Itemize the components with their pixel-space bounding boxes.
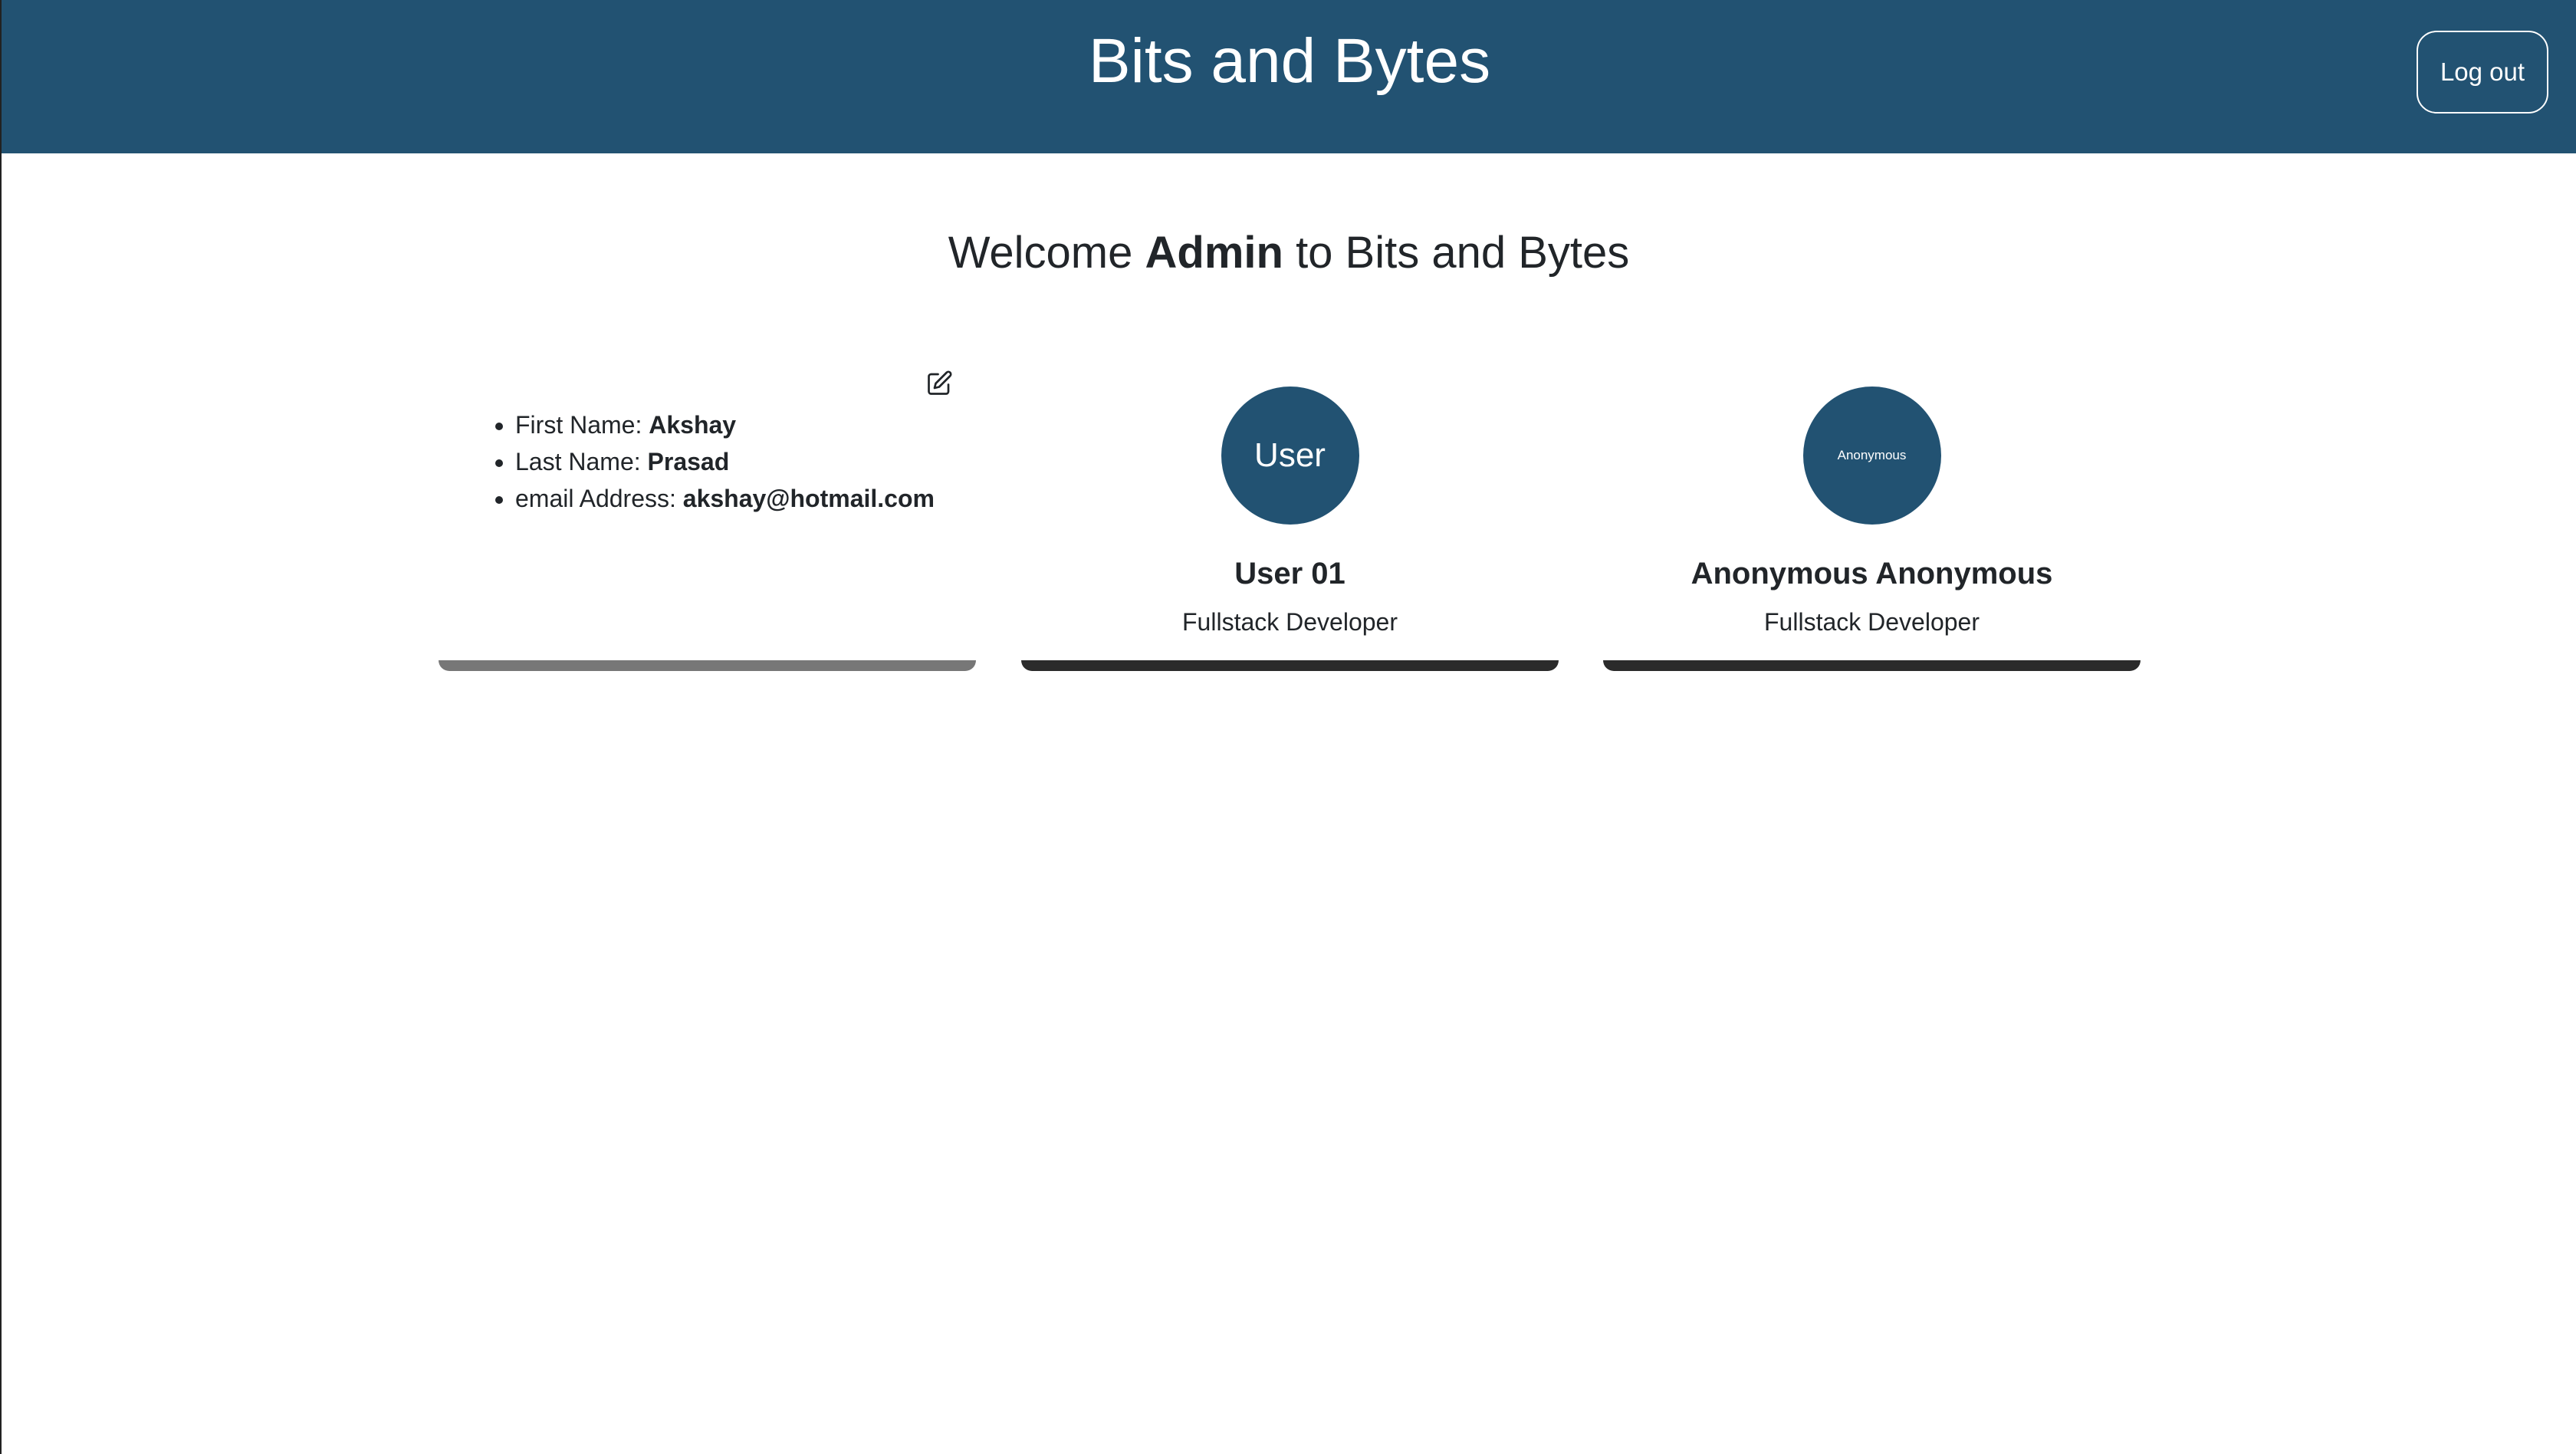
logout-button[interactable]: Log out xyxy=(2417,31,2548,113)
welcome-suffix: to Bits and Bytes xyxy=(1296,228,1630,278)
navbar: Bits and Bytes Log out xyxy=(2,0,2576,153)
info-label: email Address: xyxy=(515,485,676,512)
page: Bits and Bytes Log out Welcome Admin to … xyxy=(0,0,2576,1454)
avatar: User xyxy=(1221,387,1359,525)
profile-role: Fullstack Developer xyxy=(1764,608,1980,636)
profile-card-anonymous[interactable]: Anonymous Anonymous Anonymous Fullstack … xyxy=(1603,360,2141,671)
info-label: Last Name: xyxy=(515,448,641,475)
welcome-heading: Welcome Admin to Bits and Bytes xyxy=(2,222,2576,284)
card-bottom-border xyxy=(1021,660,1559,671)
avatar-text: Anonymous xyxy=(1837,448,1907,462)
admin-info-list: First Name: Akshay Last Name: Prasad ema… xyxy=(477,406,935,517)
brand-title[interactable]: Bits and Bytes xyxy=(2,23,2576,100)
info-value: Akshay xyxy=(649,411,737,439)
welcome-user-name: Admin xyxy=(1145,228,1283,278)
card-bottom-border xyxy=(439,660,976,671)
admin-info-card: First Name: Akshay Last Name: Prasad ema… xyxy=(439,360,976,671)
info-label: First Name: xyxy=(515,411,642,439)
info-email: email Address: akshay@hotmail.com xyxy=(515,480,935,517)
info-value: Prasad xyxy=(647,448,730,475)
info-first-name: First Name: Akshay xyxy=(515,406,935,443)
profile-name: Anonymous Anonymous xyxy=(1691,557,2053,590)
profile-card-user-01[interactable]: User User 01 Fullstack Developer xyxy=(1021,360,1559,671)
avatar: Anonymous xyxy=(1802,387,1941,525)
edit-icon[interactable] xyxy=(925,370,953,397)
card-bottom-border xyxy=(1603,660,2141,671)
avatar-text: User xyxy=(1254,436,1326,474)
profile-role: Fullstack Developer xyxy=(1182,608,1398,636)
profile-name: User 01 xyxy=(1234,557,1346,590)
info-last-name: Last Name: Prasad xyxy=(515,443,935,480)
welcome-prefix: Welcome xyxy=(948,228,1133,278)
info-value: akshay@hotmail.com xyxy=(682,485,935,512)
